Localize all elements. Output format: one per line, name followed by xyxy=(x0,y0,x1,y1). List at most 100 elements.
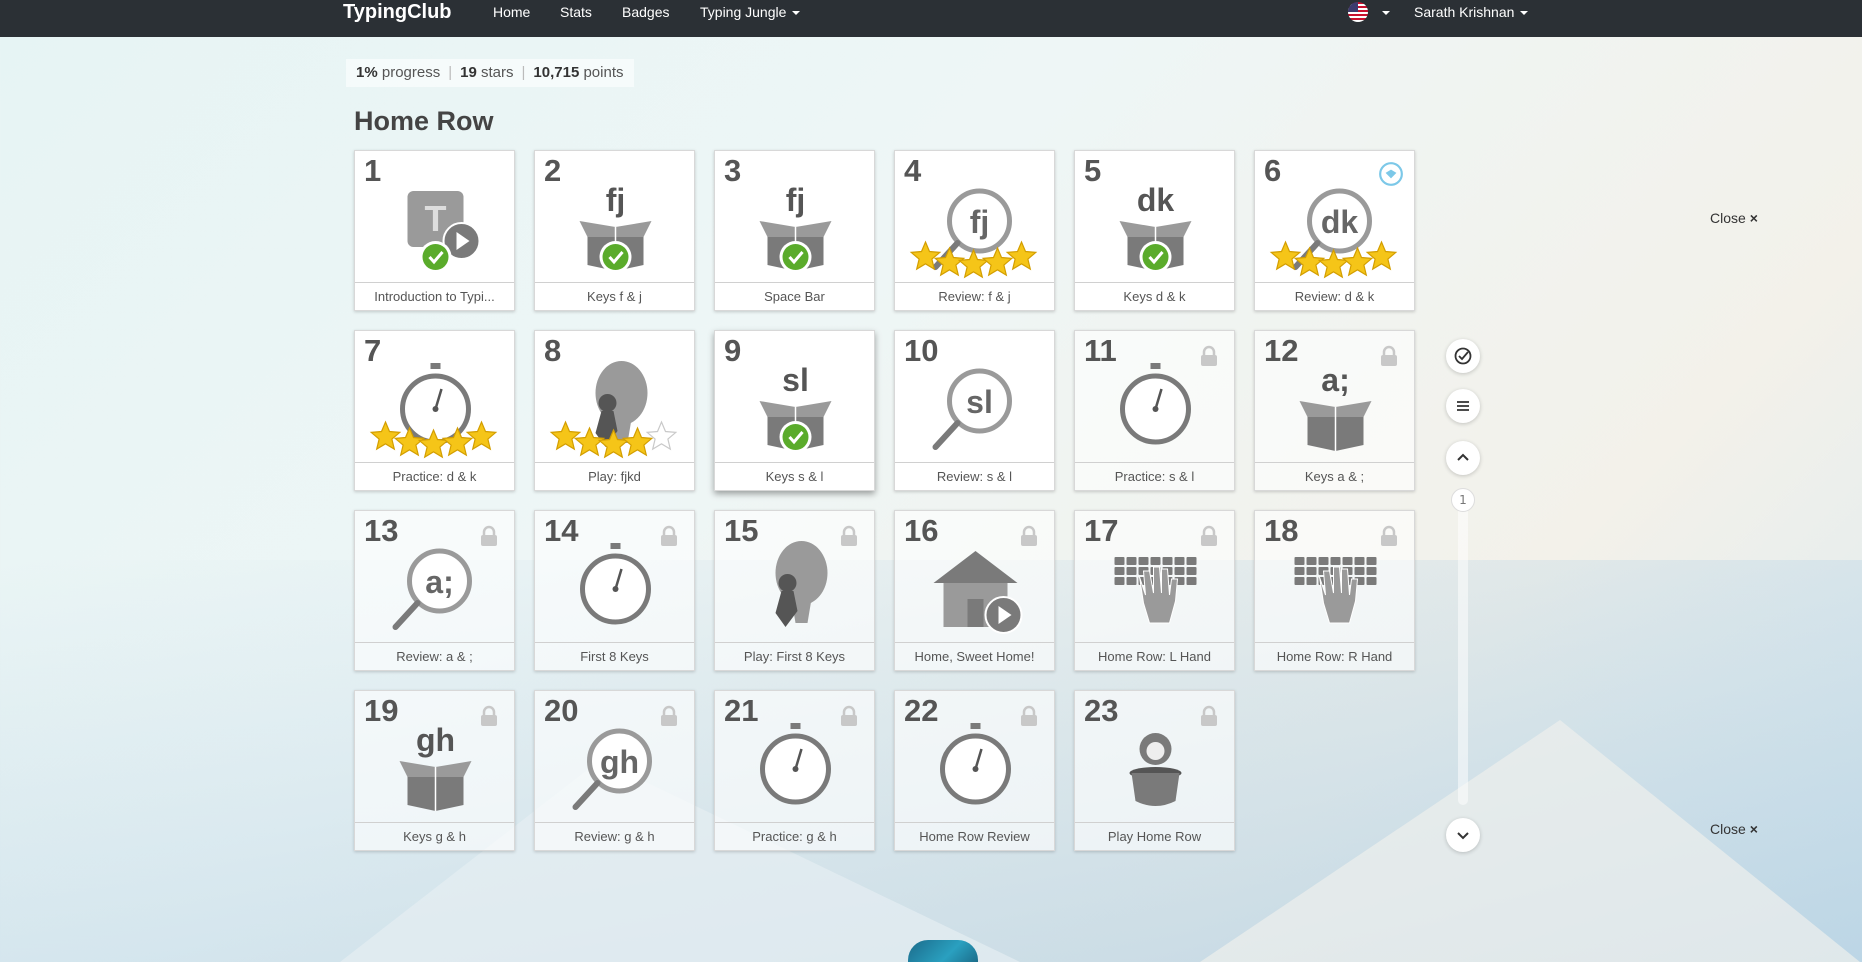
lesson-card[interactable]: 22 Home Row Review xyxy=(894,690,1055,851)
stopwatch-icon xyxy=(580,543,651,625)
svg-text:T: T xyxy=(425,198,447,239)
chevron-up-icon xyxy=(1457,453,1469,461)
lesson-label: Practice: s & l xyxy=(1075,462,1234,490)
lesson-label: Home Row Review xyxy=(895,822,1054,850)
lesson-card[interactable]: 21 Practice: g & h xyxy=(714,690,875,851)
lesson-card[interactable]: 1 T Introduction to Typi... xyxy=(354,150,515,311)
lesson-card[interactable]: 13 a; Review: a & ; xyxy=(354,510,515,671)
house-video-icon xyxy=(933,551,1023,634)
key-letters: a; xyxy=(1321,362,1349,398)
lesson-card[interactable]: 17 Home Row: L Hand xyxy=(1074,510,1235,671)
lesson-card[interactable]: 23 Play Home Row xyxy=(1074,690,1235,851)
lesson-label: Play: fjkd xyxy=(535,462,694,490)
key-letters: dk xyxy=(1321,204,1359,240)
lesson-card[interactable]: 16 Home, Sweet Home! xyxy=(894,510,1055,671)
brand-logo[interactable]: TypingClub xyxy=(343,0,452,26)
progress-value: 1% xyxy=(356,64,378,81)
menu-button[interactable] xyxy=(1446,389,1480,423)
lesson-card[interactable]: 14 First 8 Keys xyxy=(534,510,695,671)
star-icon xyxy=(645,420,678,451)
check-badge-icon xyxy=(599,241,632,273)
stopwatch-icon xyxy=(369,363,498,459)
box-icon: a; xyxy=(1299,362,1372,451)
lesson-card[interactable]: 3 fj Space Bar xyxy=(714,150,875,311)
lesson-label: Practice: d & k xyxy=(355,462,514,490)
key-letters: a; xyxy=(425,564,453,600)
stopwatch-icon xyxy=(940,723,1011,805)
star-icon xyxy=(1005,240,1038,271)
key-letters: gh xyxy=(600,744,639,780)
user-name: Sarath Krishnan xyxy=(1414,4,1515,20)
key-letters: fj xyxy=(786,182,806,218)
balloon-game-icon xyxy=(549,361,678,459)
lesson-card[interactable]: 8 Play: fjkd xyxy=(534,330,695,491)
scroll-track[interactable] xyxy=(1458,500,1468,805)
lesson-label: Home, Sweet Home! xyxy=(895,642,1054,670)
lesson-card[interactable]: 20 gh Review: g & h xyxy=(534,690,695,851)
lesson-card[interactable]: 5 dk Keys d & k xyxy=(1074,150,1235,311)
lesson-label: Review: f & j xyxy=(895,282,1054,310)
balloon-game-icon xyxy=(775,541,828,627)
pot-game-icon xyxy=(1129,733,1182,806)
lesson-card[interactable]: 10 sl Review: s & l xyxy=(894,330,1055,491)
stopwatch-icon xyxy=(580,543,651,625)
lesson-label: First 8 Keys xyxy=(535,642,694,670)
chevron-down-icon[interactable] xyxy=(1382,11,1390,15)
close-button-bottom[interactable]: Close × xyxy=(1710,821,1758,837)
us-flag-icon[interactable] xyxy=(1348,2,1368,22)
lesson-card[interactable]: 11 Practice: s & l xyxy=(1074,330,1235,491)
magnifier-icon: sl xyxy=(932,368,1012,450)
check-badge-icon xyxy=(779,421,812,453)
page-indicator[interactable]: 1 xyxy=(1451,488,1475,512)
close-label: Close xyxy=(1710,210,1746,226)
lesson-label: Keys d & k xyxy=(1075,282,1234,310)
lesson-card[interactable]: 12 a; Keys a & ; xyxy=(1254,330,1415,491)
user-menu-dropdown[interactable]: Sarath Krishnan xyxy=(1414,0,1529,26)
star-icon xyxy=(369,420,402,451)
scroll-up-button[interactable] xyxy=(1446,441,1480,475)
star-icon xyxy=(957,248,990,279)
lesson-card[interactable]: 9 sl Keys s & l xyxy=(714,330,875,491)
scroll-down-button[interactable] xyxy=(1446,818,1480,852)
key-letters: fj xyxy=(606,182,626,218)
lesson-card[interactable]: 15 Play: First 8 Keys xyxy=(714,510,875,671)
hamburger-menu-icon xyxy=(1457,401,1469,411)
section-title: Home Row xyxy=(354,106,494,136)
box-icon: sl xyxy=(759,362,832,453)
stopwatch-icon xyxy=(1120,363,1191,445)
check-circle-icon xyxy=(1454,347,1472,365)
close-button-top[interactable]: Close × xyxy=(1710,210,1758,226)
nav-badges[interactable]: Badges xyxy=(622,0,669,26)
nav-home[interactable]: Home xyxy=(493,0,530,26)
lesson-card[interactable]: 19 gh Keys g & h xyxy=(354,690,515,851)
check-badge-icon xyxy=(1139,241,1172,273)
close-icon: × xyxy=(1749,821,1758,837)
star-icon xyxy=(549,420,582,451)
lesson-card[interactable]: 4 fj Review: f & j xyxy=(894,150,1055,311)
top-navbar: TypingClub Home Stats Badges Typing Jung… xyxy=(0,0,1862,37)
divider: | xyxy=(448,64,453,81)
stars-value: 19 xyxy=(460,64,477,81)
lesson-label: Home Row: R Hand xyxy=(1255,642,1414,670)
nav-typing-jungle-dropdown[interactable]: Typing Jungle xyxy=(700,0,801,26)
keyboard-hand-icon xyxy=(1294,557,1377,624)
completed-filter-button[interactable] xyxy=(1446,339,1480,373)
stopwatch-icon xyxy=(760,723,831,805)
lesson-card[interactable]: 7 Practice: d & k xyxy=(354,330,515,491)
key-letters: dk xyxy=(1137,182,1175,218)
balloon-game-icon xyxy=(775,541,828,627)
magnifier-icon: fj xyxy=(909,188,1038,279)
lesson-card[interactable]: 2 fj Keys f & j xyxy=(534,150,695,311)
gem-decoration xyxy=(908,940,978,962)
lesson-label: Home Row: L Hand xyxy=(1075,642,1234,670)
box-icon: fj xyxy=(759,182,832,273)
chevron-down-icon xyxy=(792,11,801,16)
check-badge-icon xyxy=(419,241,452,273)
key-letters: gh xyxy=(416,722,455,758)
lesson-card[interactable]: 18 Home Row: R Hand xyxy=(1254,510,1415,671)
star-icon xyxy=(1317,248,1350,279)
keyboard-hand-icon xyxy=(1294,557,1377,624)
lesson-card[interactable]: 6 dk Review: d & k xyxy=(1254,150,1415,311)
nav-stats[interactable]: Stats xyxy=(560,0,592,26)
points-label: points xyxy=(583,64,624,81)
